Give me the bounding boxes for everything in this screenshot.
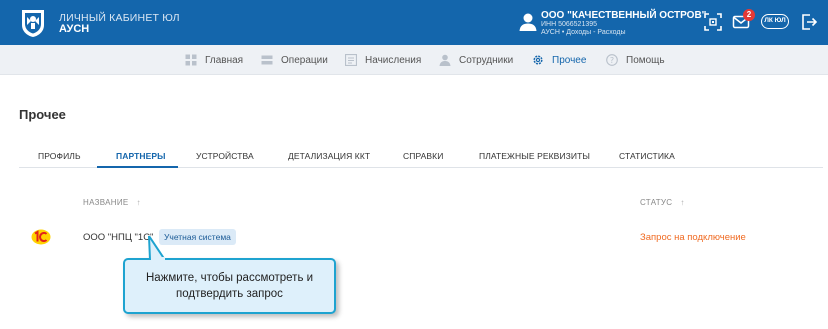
emblem-icon [22, 10, 44, 37]
tab-kkt-details[interactable]: ДЕТАЛИЗАЦИЯ ККТ [288, 146, 370, 168]
nav-item-operations[interactable]: Операции [261, 45, 328, 75]
user-icon[interactable] [518, 12, 538, 32]
nav-item-label: Начисления [365, 54, 422, 66]
tooltip-text: Нажмите, чтобы рассмотреть и подтвердить… [125, 270, 334, 302]
top-header: ЛИЧНЫЙ КАБИНЕТ ЮЛ АУСН ООО "КАЧЕСТВЕННЫЙ… [0, 0, 828, 45]
brand-subtitle: АУСН [59, 23, 90, 35]
nav-item-label: Прочее [552, 54, 587, 66]
nav-item-label: Сотрудники [459, 54, 514, 66]
operations-icon [261, 55, 273, 65]
page-title: Прочее [19, 107, 66, 122]
nav-item-help[interactable]: ? Помощь [606, 45, 665, 75]
notification-badge: 2 [743, 9, 755, 21]
tooltip-pointer-joint [151, 257, 165, 262]
employees-icon [439, 54, 451, 66]
gear-icon [533, 55, 543, 65]
column-header-name[interactable]: НАЗВАНИЕ ↑ [83, 198, 141, 207]
1c-logo-icon [31, 229, 51, 245]
tab-profile[interactable]: ПРОФИЛЬ [38, 146, 81, 168]
hint-tooltip: Нажмите, чтобы рассмотреть и подтвердить… [123, 258, 336, 314]
help-icon: ? [606, 54, 618, 66]
tab-certificates[interactable]: СПРАВКИ [403, 146, 443, 168]
column-header-status[interactable]: СТАТУС ↑ [640, 198, 685, 207]
account-switch-button[interactable]: ЛК ЮЛ [761, 14, 789, 29]
nav-item-home[interactable]: Главная [185, 45, 243, 75]
column-header-label: НАЗВАНИЕ [83, 198, 129, 207]
nav-item-label: Операции [281, 54, 328, 66]
nav-item-accruals[interactable]: Начисления [345, 45, 421, 75]
partner-status[interactable]: Запрос на подключение [640, 232, 746, 243]
nav-item-employees[interactable]: Сотрудники [439, 45, 513, 75]
tab-bar: ПРОФИЛЬ ПАРТНЕРЫ УСТРОЙСТВА ДЕТАЛИЗАЦИЯ … [19, 146, 823, 168]
qr-scan-icon[interactable] [704, 13, 722, 31]
tab-statistics[interactable]: СТАТИСТИКА [619, 146, 675, 168]
tab-partners[interactable]: ПАРТНЕРЫ [116, 146, 166, 168]
tab-devices[interactable]: УСТРОЙСТВА [196, 146, 254, 168]
nav-item-label: Главная [205, 54, 244, 66]
accruals-icon [345, 54, 357, 66]
organization-tax-regime: АУСН • Доходы - Расходы [541, 29, 626, 36]
sort-arrow-icon: ↑ [680, 198, 685, 207]
nav-item-label: Помощь [626, 54, 665, 66]
partner-name[interactable]: ООО "НПЦ "1С" [83, 232, 153, 243]
active-tab-indicator [97, 166, 178, 168]
organization-inn: ИНН 5066521395 [541, 21, 598, 28]
tooltip-line2: подтвердить запрос [176, 288, 283, 300]
svg-text:?: ? [610, 56, 614, 65]
tab-payment-details[interactable]: ПЛАТЕЖНЫЕ РЕКВИЗИТЫ [479, 146, 590, 168]
logout-icon[interactable] [800, 13, 818, 31]
main-navigation: Главная Операции Начисления Сотрудники П… [0, 45, 828, 75]
nav-item-other[interactable]: Прочее [532, 45, 586, 75]
sort-arrow-icon: ↑ [136, 198, 141, 207]
tooltip-line1: Нажмите, чтобы рассмотреть и [145, 272, 314, 284]
dashboard-icon [185, 54, 197, 66]
organization-name[interactable]: ООО "КАЧЕСТВЕННЫЙ ОСТРОВ" [541, 10, 706, 21]
partner-type-tag: Учетная система [159, 229, 236, 245]
column-header-label: СТАТУС [640, 198, 673, 207]
